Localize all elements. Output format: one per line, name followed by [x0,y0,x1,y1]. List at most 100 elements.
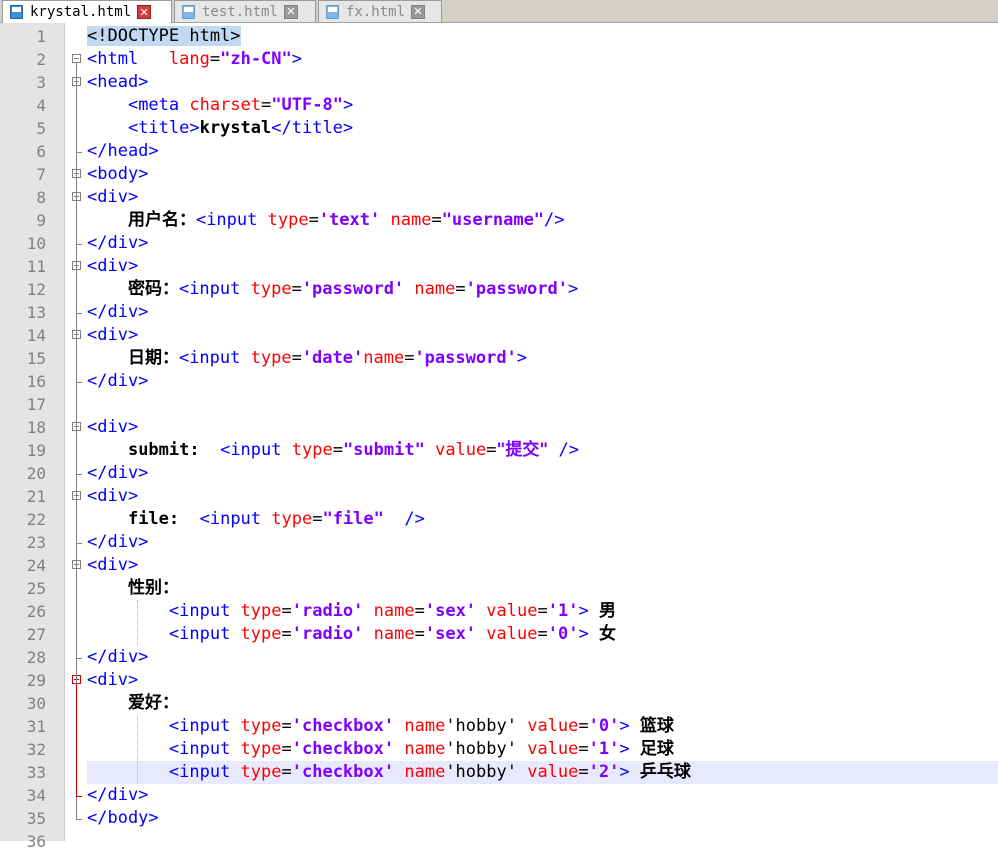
code-line[interactable]: 35 </body> [0,807,998,830]
fold-end-mark [76,474,82,475]
code-line[interactable]: 12 密码：<input type='password' name='passw… [0,278,998,301]
code-line[interactable]: 5 <title>krystal</title> [0,117,998,140]
code-token: 'sex' [424,624,477,644]
code-token: 'radio' [291,601,364,621]
code-line[interactable]: 13 </div> [0,301,998,324]
code-line[interactable]: 14 <div> [0,324,998,347]
code-token: </div> [87,532,149,552]
code-token: lang [168,49,210,69]
code-line[interactable]: 22 file: <input type="file" /> [0,508,998,531]
code-line[interactable]: 15 日期：<input type='date'name='password'> [0,347,998,370]
code-text: <div> [87,416,998,439]
code-line[interactable]: 26 <input type='radio' name='sex' value=… [0,600,998,623]
code-token: value [486,601,538,621]
code-line[interactable]: 28 </div> [0,646,998,669]
code-token: charset [189,95,262,115]
code-token: = [578,762,589,782]
code-line[interactable]: 18 <div> [0,416,998,439]
code-token: <div> [87,555,139,575]
code-token: = [431,210,442,230]
code-line[interactable]: 9 用户名：<input type='text' name="username"… [0,209,998,232]
code-token: 足球 [639,739,674,759]
close-icon[interactable]: ✕ [411,4,426,19]
code-line[interactable]: 21 <div> [0,485,998,508]
code-line[interactable]: 27 <input type='radio' name='sex' value=… [0,623,998,646]
code-token: <div> [87,187,139,207]
code-token: <input [168,601,241,621]
code-line[interactable]: 29 <div> [0,669,998,692]
code-token: </div> [87,371,149,391]
code-line[interactable]: 4 <meta charset="UTF-8"> [0,94,998,117]
tab-label: krystal.html [30,4,132,20]
tab-test-html[interactable]: test.html ✕ [174,0,316,22]
code-line[interactable]: 17 [0,393,998,416]
code-token: 性别： [127,578,179,598]
code-line[interactable]: 10 </div> [0,232,998,255]
code-token: = [537,601,548,621]
fold-toggle-icon[interactable] [72,54,81,63]
close-icon[interactable]: ✕ [283,4,298,19]
line-number: 16 [26,372,46,391]
tab-fx-html[interactable]: fx.html ✕ [318,0,442,22]
code-line[interactable]: 19 submit: <input type="submit" value="提… [0,439,998,462]
code-line[interactable]: 36 [0,830,998,853]
code-line[interactable]: 31 <input type='checkbox' name'hobby' va… [0,715,998,738]
line-number: 25 [26,579,46,598]
close-icon[interactable]: ✕ [137,5,152,19]
code-token: "UTF-8" [271,95,343,115]
code-line[interactable]: 6 </head> [0,140,998,163]
code-text: <body> [87,163,998,186]
code-token: name [363,348,405,368]
code-line[interactable]: 20 </div> [0,462,998,485]
code-token: '2' [588,762,620,782]
code-line[interactable]: 7 <body> [0,163,998,186]
code-text: file: <input type="file" /> [87,508,998,531]
code-text: <input type='checkbox' name'hobby' value… [87,738,998,761]
code-line[interactable]: 34 </div> [0,784,998,807]
code-line[interactable]: 16 </div> [0,370,998,393]
code-line[interactable]: 24 <div> [0,554,998,577]
line-number: 2 [36,50,46,69]
line-number: 23 [26,533,46,552]
code-line[interactable]: 33 <input type='checkbox' name'hobby' va… [0,761,998,784]
code-token: /> [558,440,579,460]
code-token: type [267,210,309,230]
code-token: </div> [87,785,149,805]
line-number: 10 [26,234,46,253]
code-line[interactable]: 11 <div> [0,255,998,278]
line-number: 31 [26,717,46,736]
code-line[interactable]: 32 <input type='checkbox' name'hobby' va… [0,738,998,761]
line-number: 19 [26,441,46,460]
code-token: <input [199,509,272,529]
line-number: 35 [26,809,46,828]
code-line[interactable]: 1 <!DOCTYPE html> [0,25,998,48]
code-line[interactable]: 30 爱好： [0,692,998,715]
code-token: 乒乓球 [639,762,691,782]
line-number: 17 [26,395,46,414]
code-text: <div> [87,669,998,692]
code-token: type [240,716,282,736]
code-token: name [404,762,446,782]
code-token: <meta [127,95,190,115]
code-line[interactable]: 25 性别： [0,577,998,600]
code-editor[interactable]: 1 <!DOCTYPE html> 2 <html lang="zh-CN"> 3 <he… [0,23,998,851]
code-token: type [271,509,313,529]
code-line[interactable]: 2 <html lang="zh-CN"> [0,48,998,71]
code-token: 'password' [465,279,568,299]
tab-krystal-html[interactable]: krystal.html ✕ [2,0,172,23]
fold-end-mark [76,152,82,153]
code-line[interactable]: 3 <head> [0,71,998,94]
code-token: <input [220,440,292,460]
fold-line [76,500,77,543]
code-line[interactable]: 8 <div> [0,186,998,209]
code-line[interactable]: 23 </div> [0,531,998,554]
